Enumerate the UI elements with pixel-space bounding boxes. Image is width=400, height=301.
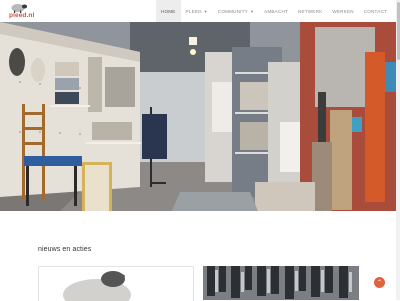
site-logo[interactable]: pleed.nl	[6, 2, 36, 21]
nav-item-pleed[interactable]: PLEED ▼	[181, 0, 213, 22]
nav-label: HOME	[160, 8, 176, 14]
nav-item-werken[interactable]: WERKEN	[327, 0, 358, 22]
back-to-top-button[interactable]: ⌃	[374, 277, 385, 288]
logo-text: pleed.nl	[9, 12, 35, 19]
site-header: pleed.nl HOME PLEED ▼ COMMUNITY ▼ AMBACH…	[0, 0, 400, 23]
shop-interior-photo	[0, 22, 400, 211]
nav-label: NETWERK	[297, 8, 323, 14]
nav-label: WERKEN	[332, 8, 354, 14]
scrollbar-thumb[interactable]	[396, 2, 400, 60]
news-card[interactable]	[38, 266, 194, 301]
nav-item-ambacht[interactable]: AMBACHT	[259, 0, 293, 22]
caret-down-icon: ▼	[203, 8, 208, 14]
chevron-up-icon: ⌃	[376, 279, 383, 286]
nav-label: CONTACT	[363, 8, 387, 14]
news-card[interactable]	[203, 266, 359, 300]
hanging-wool-photo	[203, 266, 359, 300]
nav-label: AMBACHT	[264, 8, 288, 14]
nav-item-contact[interactable]: CONTACT	[359, 0, 392, 22]
nav-item-home[interactable]: HOME	[155, 0, 181, 22]
nav-item-community[interactable]: COMMUNITY ▼	[213, 0, 259, 22]
hero-image	[0, 22, 400, 211]
section-heading: nieuws en acties	[38, 246, 92, 253]
sheep-illustration	[63, 271, 131, 301]
nav-label: COMMUNITY	[217, 8, 248, 14]
page-scrollbar[interactable]	[396, 0, 400, 300]
caret-down-icon: ▼	[249, 8, 255, 14]
main-nav: HOME PLEED ▼ COMMUNITY ▼ AMBACHT NETWERK…	[155, 0, 392, 22]
news-section: nieuws en acties	[0, 211, 396, 301]
nav-label: PLEED	[185, 8, 202, 14]
nav-item-netwerk[interactable]: NETWERK	[293, 0, 327, 22]
